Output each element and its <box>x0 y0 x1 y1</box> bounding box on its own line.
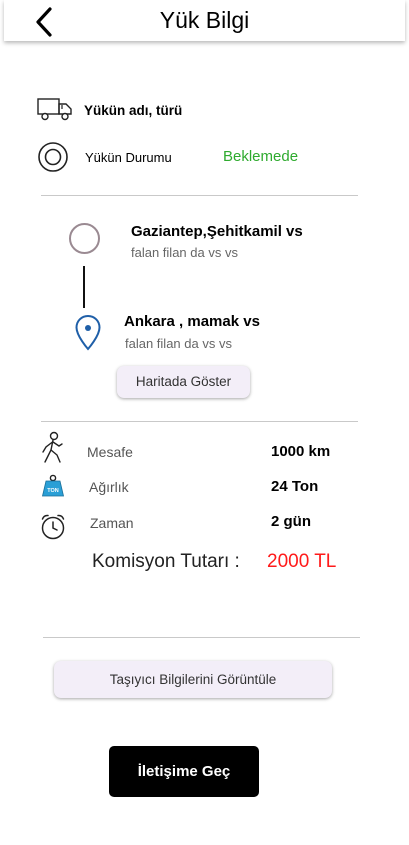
weight-icon: TON <box>41 474 65 503</box>
distance-label: Mesafe <box>87 444 133 460</box>
divider <box>41 421 358 422</box>
back-button[interactable] <box>30 6 58 38</box>
destination-title: Ankara , mamak vs <box>124 313 260 330</box>
truck-icon <box>37 97 73 126</box>
walking-person-icon <box>40 431 66 470</box>
distance-value: 1000 km <box>271 443 331 460</box>
view-carrier-info-button[interactable]: Taşıyıcı Bilgilerini Görüntüle <box>54 661 332 698</box>
chevron-left-icon <box>36 7 52 37</box>
commission-label: Komisyon Tutarı : <box>92 551 240 572</box>
alarm-clock-icon <box>40 513 66 546</box>
page-title: Yük Bilgi <box>159 7 250 33</box>
weight-value: 24 Ton <box>271 478 319 495</box>
commission-value: 2000 TL <box>267 551 337 572</box>
time-value: 2 gün <box>271 513 311 530</box>
divider <box>43 637 360 638</box>
location-pin-icon <box>74 314 102 357</box>
show-on-map-button[interactable]: Haritada Göster <box>117 366 250 398</box>
destination-detail: falan filan da vs vs <box>125 336 232 351</box>
weight-label: Ağırlık <box>89 479 129 495</box>
contact-button[interactable]: İletişime Geç <box>109 746 259 797</box>
route-connector-line <box>83 266 85 308</box>
status-icon <box>37 141 69 178</box>
origin-circle-icon <box>68 222 101 260</box>
divider <box>41 195 358 196</box>
status-badge: Beklemede <box>223 148 299 165</box>
origin-title: Gaziantep,Şehitkamil vs <box>131 223 303 240</box>
weight-icon-badge: TON <box>47 488 59 494</box>
time-label: Zaman <box>90 515 134 531</box>
origin-detail: falan filan da vs vs <box>131 245 238 260</box>
status-label: Yükün Durumu <box>85 150 172 165</box>
cargo-name-label: Yükün adı, türü <box>84 103 183 118</box>
